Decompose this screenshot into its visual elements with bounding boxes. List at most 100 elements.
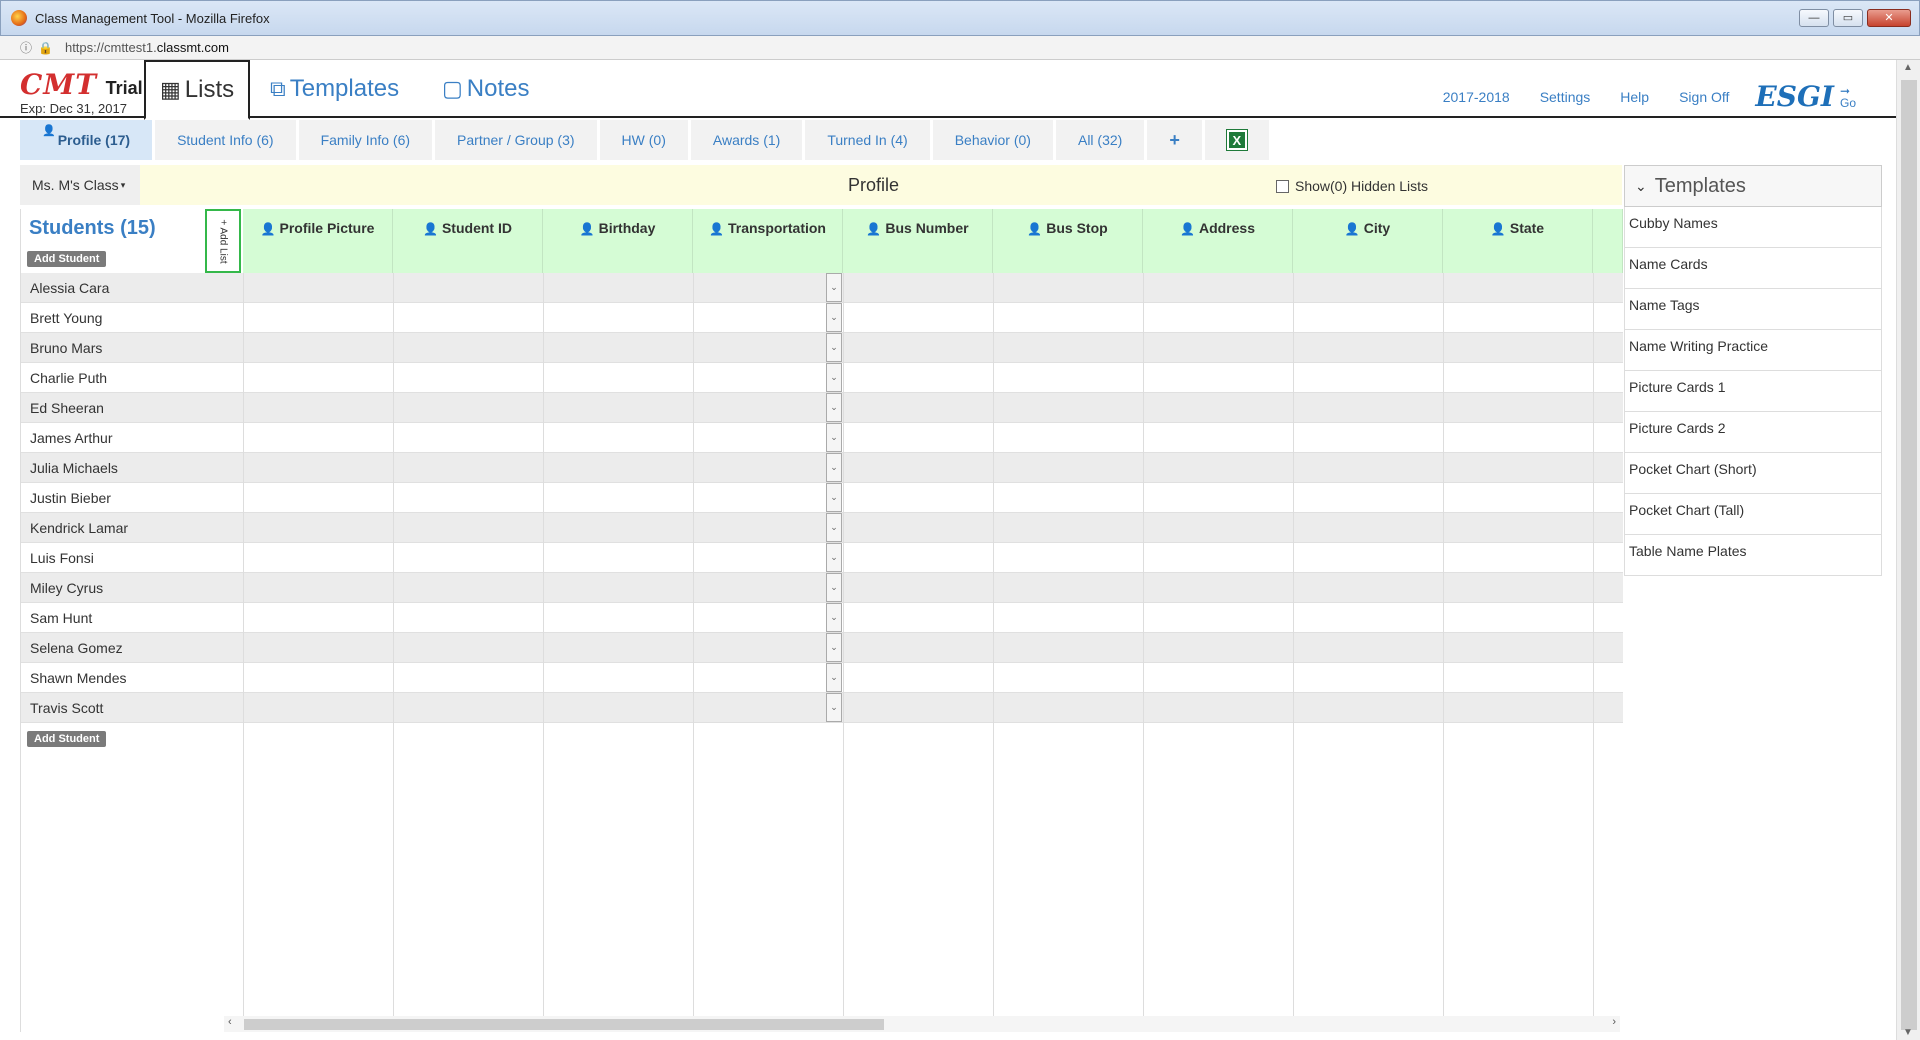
close-button[interactable]: ✕ [1867,9,1911,27]
tab-notes[interactable]: ▢ Notes [442,60,530,118]
scroll-up-icon[interactable]: ▲ [1903,62,1913,73]
scroll-right-icon[interactable]: › [1612,1016,1616,1028]
template-item[interactable]: Cubby Names [1624,207,1882,248]
subtab-hw[interactable]: HW (0) [599,120,691,160]
transportation-dropdown[interactable]: ⌄ [826,423,842,452]
subtab-partner-group[interactable]: Partner / Group (3) [435,120,600,160]
template-item[interactable]: Picture Cards 2 [1624,412,1882,453]
transportation-dropdown[interactable]: ⌄ [826,513,842,542]
student-row[interactable]: Luis Fonsi [21,543,1623,573]
template-item[interactable]: Name Tags [1624,289,1882,330]
subtab-family-info[interactable]: Family Info (6) [298,120,436,160]
tab-templates[interactable]: ⧉ Templates [270,60,399,118]
subtab-awards[interactable]: Awards (1) [690,120,806,160]
column-header[interactable]: 👤 City [1293,209,1443,273]
help-link[interactable]: Help [1620,89,1649,105]
column-header[interactable]: 👤 Transportation [693,209,843,273]
student-name[interactable]: Sam Hunt [30,610,92,626]
info-icon[interactable]: ⓘ [20,39,32,56]
add-list-button[interactable]: + Add List [205,209,241,273]
add-student-button-bottom[interactable]: Add Student [27,731,107,747]
template-item[interactable]: Picture Cards 1 [1624,371,1882,412]
transportation-dropdown[interactable]: ⌄ [826,453,842,482]
student-name[interactable]: Justin Bieber [30,490,111,506]
transportation-dropdown[interactable]: ⌄ [826,303,842,332]
student-row[interactable]: James Arthur [21,423,1623,453]
minimize-button[interactable]: — [1799,9,1829,27]
subtab-all[interactable]: All (32) [1055,120,1148,160]
transportation-dropdown[interactable]: ⌄ [826,663,842,692]
subtab-student-info[interactable]: Student Info (6) [155,120,299,160]
student-name[interactable]: Bruno Mars [30,340,102,356]
restore-button[interactable]: ▭ [1833,9,1863,27]
tab-lists[interactable]: ▦ Lists [144,60,251,120]
show-hidden-lists[interactable]: Show(0) Hidden Lists [1276,178,1428,194]
student-row[interactable]: Justin Bieber [21,483,1623,513]
template-item[interactable]: Table Name Plates [1624,535,1882,576]
export-excel-button[interactable]: X [1204,120,1272,160]
template-item[interactable]: Pocket Chart (Tall) [1624,494,1882,535]
student-row[interactable]: Kendrick Lamar [21,513,1623,543]
transportation-dropdown[interactable]: ⌄ [826,273,842,302]
student-row[interactable]: Ed Sheeran [21,393,1623,423]
student-name[interactable]: Kendrick Lamar [30,520,128,536]
student-name[interactable]: Brett Young [30,310,102,326]
transportation-dropdown[interactable]: ⌄ [826,333,842,362]
column-header[interactable]: 👤 Birthday [543,209,693,273]
student-name[interactable]: Selena Gomez [30,640,123,656]
subtab-behavior[interactable]: Behavior (0) [932,120,1056,160]
transportation-dropdown[interactable]: ⌄ [826,573,842,602]
student-name[interactable]: Ed Sheeran [30,400,104,416]
column-header[interactable]: 👤 Address [1143,209,1293,273]
subtab-profile[interactable]: 👤 Profile (17) [20,120,156,160]
scroll-left-icon[interactable]: ‹ [228,1016,232,1028]
subtab-turned-in[interactable]: Turned In (4) [805,120,933,160]
template-item[interactable]: Pocket Chart (Short) [1624,453,1882,494]
student-name[interactable]: Miley Cyrus [30,580,103,596]
template-item[interactable]: Name Cards [1624,248,1882,289]
student-row[interactable]: Shawn Mendes [21,663,1623,693]
student-row[interactable]: Julia Michaels [21,453,1623,483]
student-row[interactable]: Brett Young [21,303,1623,333]
transportation-dropdown[interactable]: ⌄ [826,543,842,572]
template-item[interactable]: Name Writing Practice [1624,330,1882,371]
scroll-down-icon[interactable]: ▼ [1903,1027,1913,1038]
student-name[interactable]: Julia Michaels [30,460,118,476]
transportation-dropdown[interactable]: ⌄ [826,603,842,632]
column-header[interactable]: 👤 Bus Number [843,209,993,273]
hidden-lists-checkbox[interactable] [1276,179,1289,193]
sign-off-link[interactable]: Sign Off [1679,89,1729,105]
student-row[interactable]: Travis Scott [21,693,1623,723]
scrollbar-thumb[interactable] [1901,80,1917,1030]
horizontal-scrollbar[interactable]: ‹ › [224,1016,1620,1032]
transportation-dropdown[interactable]: ⌄ [826,363,842,392]
student-row[interactable]: Charlie Puth [21,363,1623,393]
school-year-link[interactable]: 2017-2018 [1443,89,1510,105]
transportation-dropdown[interactable]: ⌄ [826,633,842,662]
url-text[interactable]: https://cmttest1.classmt.com [65,40,229,55]
transportation-dropdown[interactable]: ⌄ [826,483,842,512]
column-header[interactable]: 👤 Profile Picture [243,209,393,273]
settings-link[interactable]: Settings [1540,89,1591,105]
go-button[interactable]: ➞ Go [1840,85,1856,109]
templates-panel-header[interactable]: ⌄ Templates [1624,165,1882,207]
transportation-dropdown[interactable]: ⌄ [826,393,842,422]
student-name[interactable]: Shawn Mendes [30,670,127,686]
student-row[interactable]: Miley Cyrus [21,573,1623,603]
hscroll-thumb[interactable] [244,1019,884,1030]
column-header[interactable]: 👤 State [1443,209,1593,273]
student-row[interactable]: Bruno Mars [21,333,1623,363]
class-select[interactable]: Ms. M's Class ▾ [20,165,140,205]
student-row[interactable]: Selena Gomez [21,633,1623,663]
student-name[interactable]: Luis Fonsi [30,550,94,566]
vertical-scrollbar[interactable]: ▲ ▼ [1896,60,1920,1040]
student-name[interactable]: Travis Scott [30,700,103,716]
student-name[interactable]: James Arthur [30,430,112,446]
transportation-dropdown[interactable]: ⌄ [826,693,842,722]
address-bar[interactable]: ⓘ 🔒 https://cmttest1.classmt.com [0,36,1920,60]
add-list-tab-button[interactable]: + [1147,120,1205,160]
esgi-logo[interactable]: ESGI [1755,80,1834,113]
student-row[interactable]: Sam Hunt [21,603,1623,633]
column-header[interactable]: 👤 Bus Stop [993,209,1143,273]
add-student-button[interactable]: Add Student [27,251,107,267]
